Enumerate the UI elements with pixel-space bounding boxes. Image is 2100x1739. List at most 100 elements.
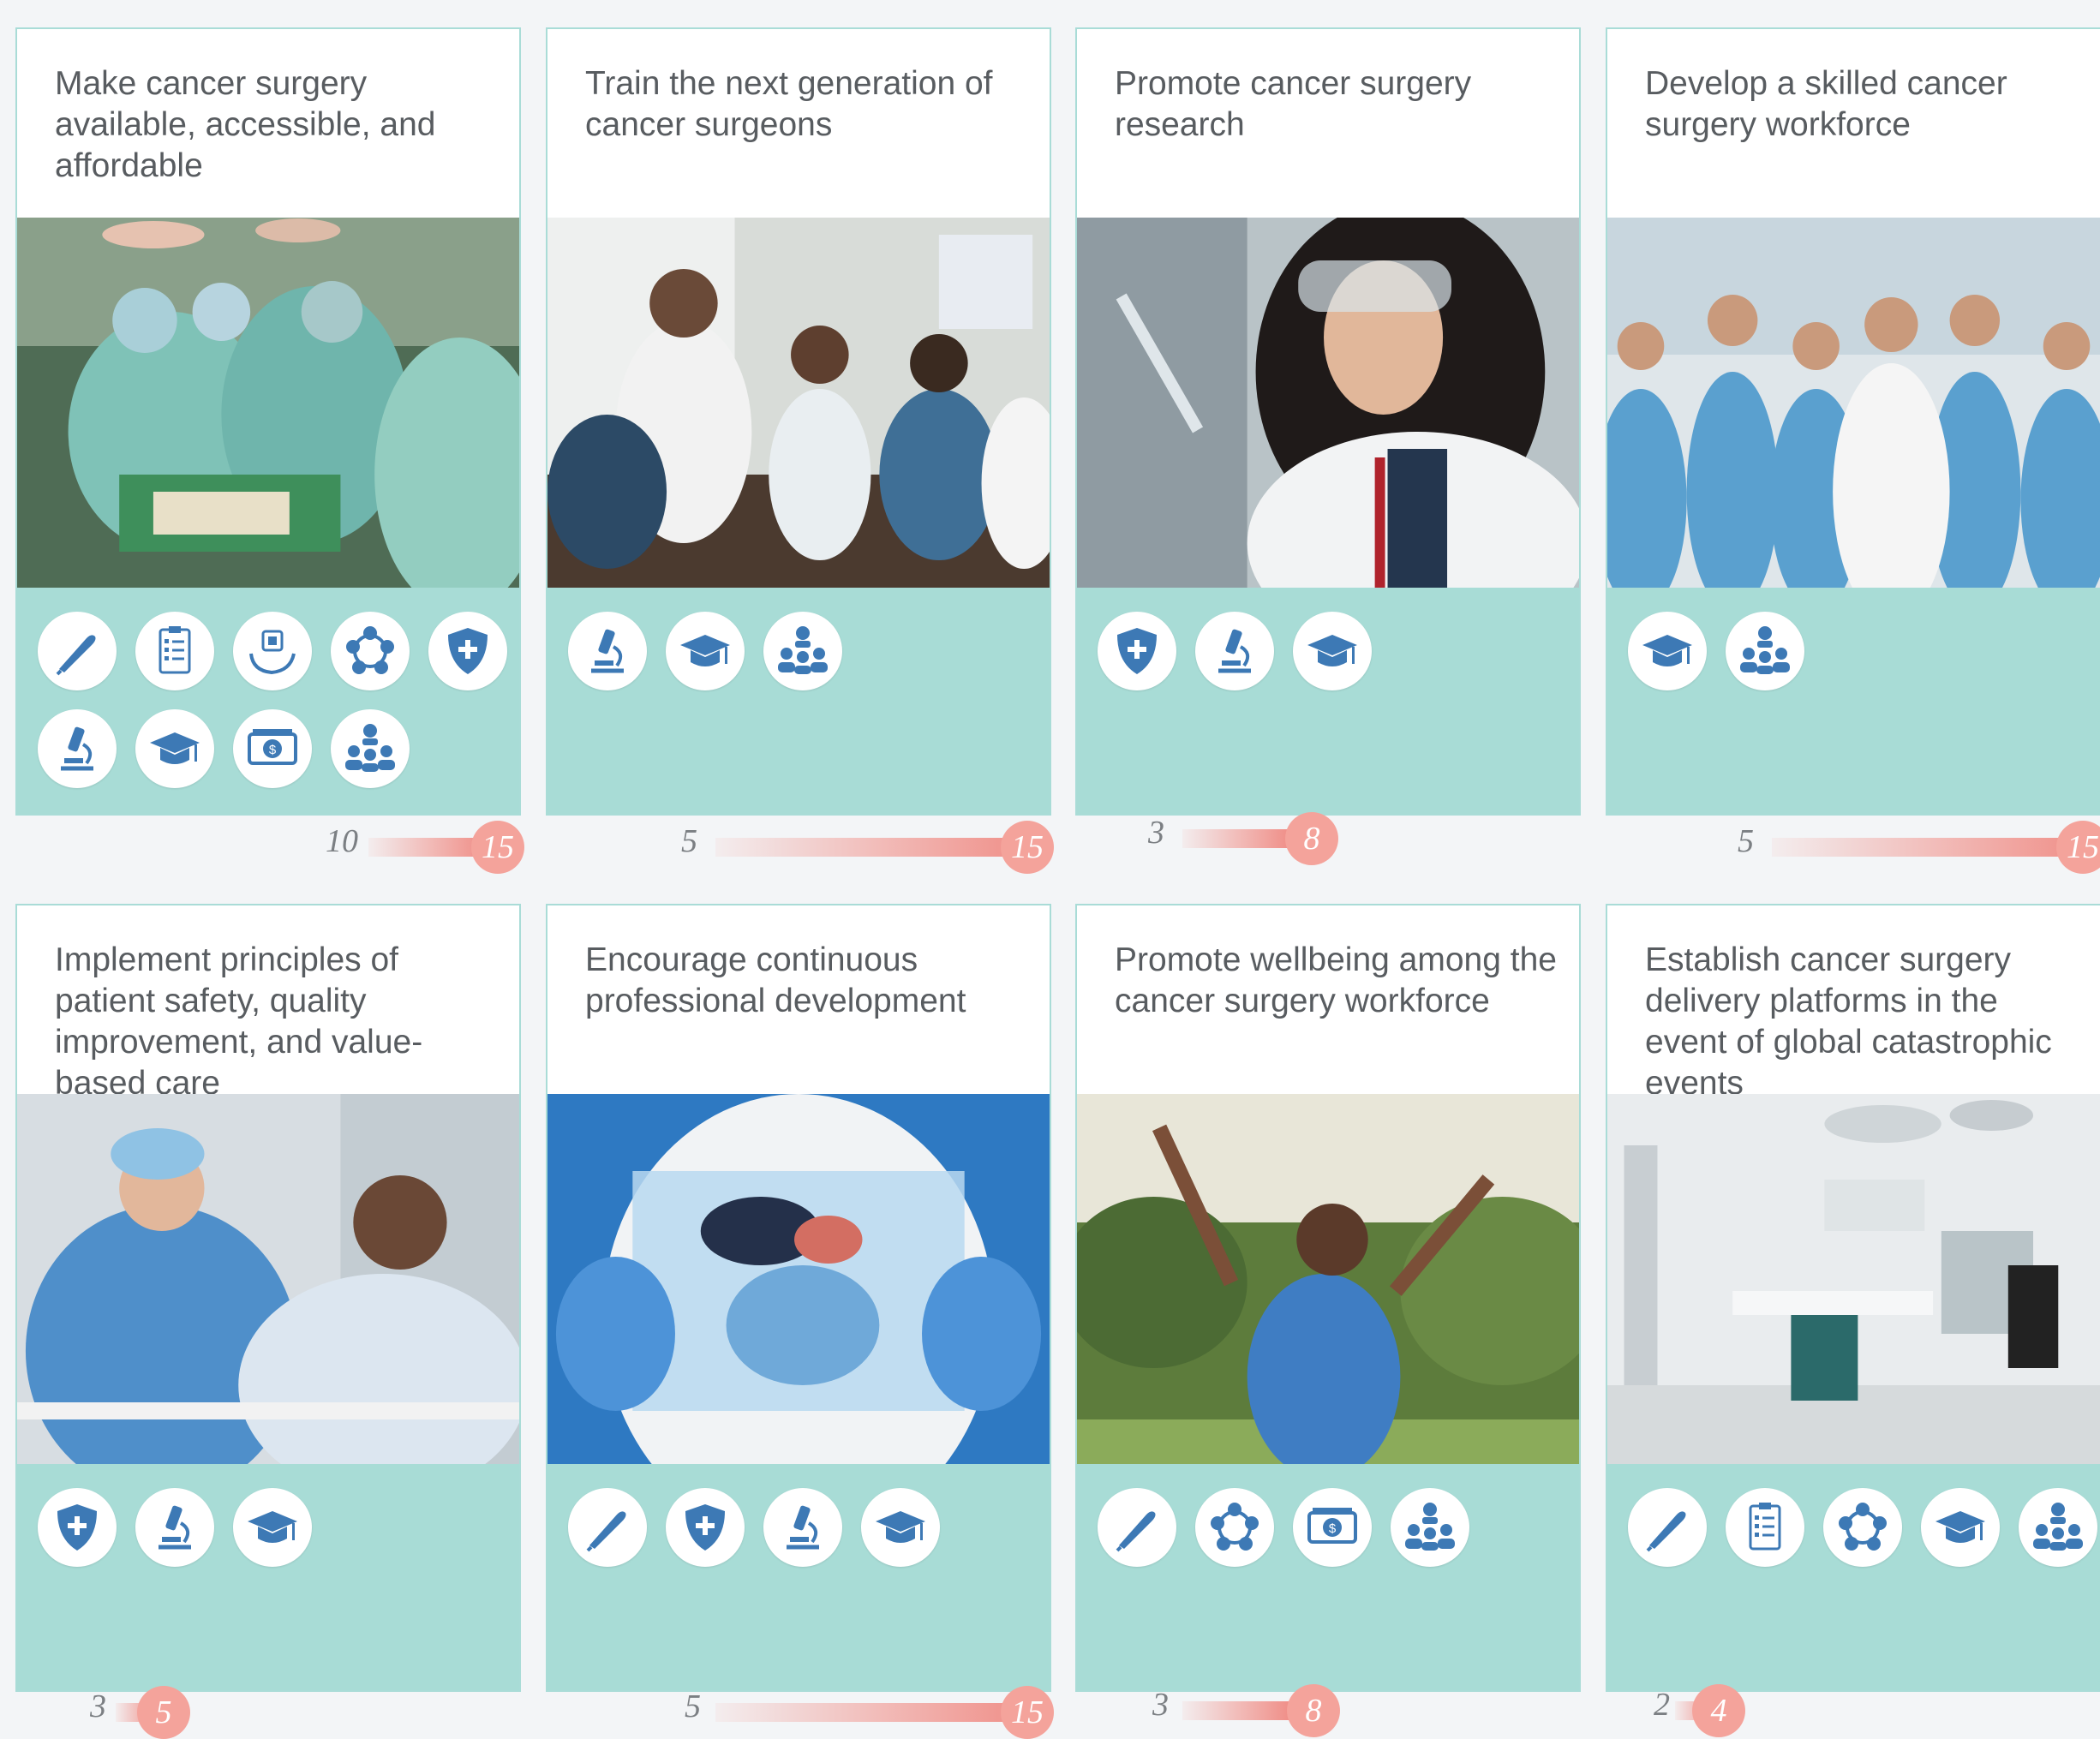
icon-row: $ [38,612,519,788]
card-title: Implement principles of patient safety, … [55,941,423,1102]
wellbeing-photo [1077,1094,1579,1464]
graduation-cap-icon [233,1488,312,1567]
gauge-max: 15 [1001,821,1054,874]
icon-row: $ [1098,1488,1579,1567]
gauge-min: 3 [90,1688,106,1724]
card-wellbeing: Promote wellbeing among the cancer surge… [1075,904,1581,1692]
gauge: 3 8 [1148,1684,1354,1737]
shield-icon [1098,612,1176,690]
scalpel-icon [38,612,117,690]
icon-row [568,612,1050,690]
graduation-cap-icon [1628,612,1707,690]
graduation-cap-icon [666,612,745,690]
patient-care-photo [17,1094,519,1464]
icon-panel [17,1464,519,1690]
card-title: Establish cancer surgery delivery platfo… [1645,941,2052,1102]
anatomy-photo [547,1094,1050,1464]
gauge-min: 2 [1654,1687,1670,1723]
gauge-max: 4 [1692,1684,1745,1737]
scalpel-icon [568,1488,647,1567]
microscope-icon [568,612,647,690]
card-access: Make cancer surgery available, accessibl… [15,27,521,816]
classroom-photo [547,218,1050,588]
icon-panel [1077,588,1579,814]
checklist-icon [135,612,214,690]
icon-panel [547,588,1050,814]
icon-row [38,1488,519,1567]
gauge-bar [715,838,1041,857]
icon-row [568,1488,1050,1567]
icon-row [1628,1488,2100,1567]
team-meeting-icon [331,709,410,788]
checklist-icon [1726,1488,1804,1567]
gauge-bar [368,838,488,857]
microscope-icon [1195,612,1274,690]
card-train: Train the next generation of cancer surg… [546,27,1051,816]
gauge-bar [1772,838,2100,857]
svg-text:$: $ [269,743,277,757]
card-title: Develop a skilled cancer surgery workfor… [1645,65,2007,143]
card-title: Make cancer surgery available, accessibl… [55,65,436,184]
researcher-photo [1077,218,1579,588]
graduation-cap-icon [135,709,214,788]
card-research: Promote cancer surgery research [1075,27,1581,816]
graduation-cap-icon [1293,612,1372,690]
network-icon [331,612,410,690]
network-icon [1823,1488,1902,1567]
icon-panel: $ [1077,1464,1579,1690]
gauge: 10 15 [326,821,524,874]
gauge-min: 3 [1152,1687,1169,1723]
gauge-min: 5 [685,1688,701,1724]
shield-icon [666,1488,745,1567]
card-title: Promote wellbeing among the cancer surge… [1115,941,1557,1019]
gauge: 2 4 [1649,1684,1778,1737]
shield-icon [38,1488,117,1567]
team-meeting-icon [1726,612,1804,690]
gauge: 3 8 [1148,812,1354,865]
gauge-min: 10 [326,823,358,859]
money-icon: $ [1293,1488,1372,1567]
graduation-cap-icon [861,1488,940,1567]
gauge-min: 3 [1148,815,1164,851]
graduation-cap-icon [1921,1488,2000,1567]
scalpel-icon [1628,1488,1707,1567]
operating-team-photo [17,218,519,588]
health-tech-icon [233,612,312,690]
team-meeting-icon [1391,1488,1469,1567]
card-workforce: Develop a skilled cancer surgery workfor… [1606,27,2100,816]
gauge: 5 15 [681,1686,1058,1739]
icon-panel [1607,1464,2100,1690]
shield-icon [428,612,507,690]
gauge-min: 5 [1738,823,1754,859]
gauge-bar [1182,829,1294,848]
card-title: Promote cancer surgery research [1115,65,1472,143]
team-meeting-icon [2019,1488,2097,1567]
gauge: 3 5 [86,1686,206,1739]
scalpel-icon [1098,1488,1176,1567]
microscope-icon [763,1488,842,1567]
icon-panel [1607,588,2100,814]
workforce-photo [1607,218,2100,588]
gauge-min: 5 [681,823,697,859]
gauge-max: 8 [1287,1684,1340,1737]
icon-panel: $ [17,588,519,814]
gauge-max: 8 [1285,812,1338,865]
gauge-bar [715,1703,1041,1722]
card-catastrophic: Establish cancer surgery delivery platfo… [1606,904,2100,1692]
gauge-bar [1182,1701,1294,1720]
gauge-max: 15 [1001,1686,1054,1739]
svg-text:$: $ [1329,1521,1337,1536]
icon-row [1098,612,1579,690]
team-meeting-icon [763,612,842,690]
card-safety: Implement principles of patient safety, … [15,904,521,1692]
microscope-icon [38,709,117,788]
card-title: Train the next generation of cancer surg… [585,65,993,143]
gauge: 5 15 [677,821,1054,874]
operating-room-photo [1607,1094,2100,1464]
icon-row [1628,612,2100,690]
gauge: 5 15 [1738,821,2100,874]
gauge-max: 5 [137,1686,190,1739]
card-development: Encourage continuous professional develo… [546,904,1051,1692]
microscope-icon [135,1488,214,1567]
card-title: Encourage continuous professional develo… [585,941,966,1019]
